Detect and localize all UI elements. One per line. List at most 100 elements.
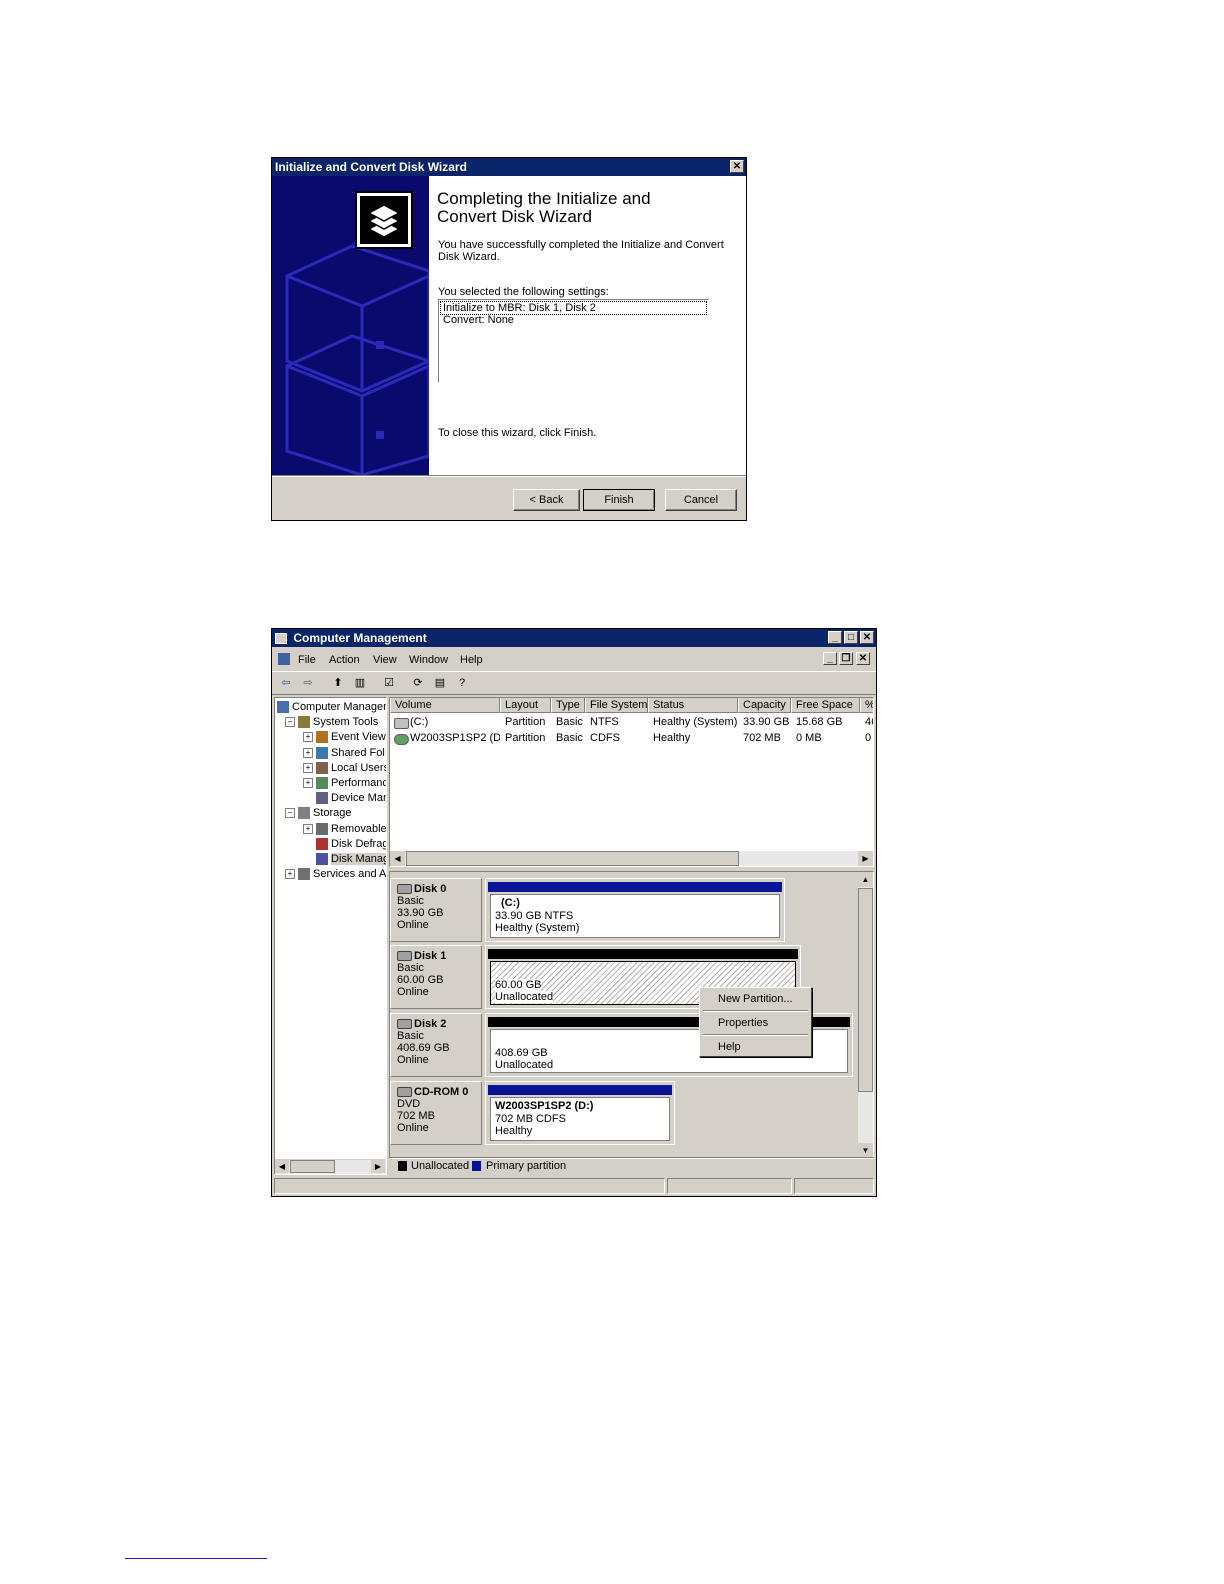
child-minimize-icon[interactable]: _	[823, 652, 837, 665]
expand-icon[interactable]: +	[303, 732, 313, 743]
up-folder-icon[interactable]: ⬆	[329, 675, 347, 691]
tree-item-label: Services and A	[313, 868, 387, 881]
minimize-icon[interactable]: _	[828, 631, 842, 644]
disk-label[interactable]: Disk 2 Basic 408.69 GB Online	[390, 1013, 482, 1077]
table-row[interactable]: (C:) Partition Basic NTFS Healthy (System) 33…	[390, 716, 873, 731]
scroll-thumb[interactable]	[290, 1160, 335, 1173]
scroll-right-icon[interactable]: ▶	[371, 1160, 385, 1173]
menu-new-partition[interactable]: New Partition...	[718, 993, 793, 1005]
tree-item[interactable]: Disk Manag	[303, 852, 386, 867]
column-header[interactable]: %	[860, 698, 873, 713]
list-hscrollbar[interactable]: ◀ ▶	[390, 851, 873, 866]
scroll-thumb[interactable]	[406, 851, 739, 866]
disk-state: Online	[397, 1054, 429, 1066]
menu-action[interactable]: Action	[329, 654, 360, 666]
forward-arrow-icon[interactable]: ⇨	[299, 675, 317, 691]
disk-label[interactable]: Disk 1 Basic 60.00 GB Online	[390, 945, 482, 1009]
back-button[interactable]: < Back	[513, 489, 580, 511]
tree-item[interactable]: − Storage	[285, 806, 352, 821]
tree-item-label: Storage	[313, 807, 352, 820]
disk-state: Online	[397, 919, 429, 931]
help-icon[interactable]: ?	[453, 675, 471, 691]
column-header[interactable]: Layout	[500, 698, 551, 713]
expand-icon[interactable]: +	[303, 823, 313, 834]
tree-item[interactable]: + Event Viewe	[303, 730, 386, 745]
close-icon[interactable]: ✕	[730, 160, 744, 173]
tree-item[interactable]: + Performanc	[303, 776, 386, 791]
cd-drive-icon	[394, 734, 409, 745]
wizard-banner	[272, 176, 429, 475]
scroll-down-icon[interactable]: ▼	[858, 1143, 873, 1158]
tree-item[interactable]: + Local Users	[303, 761, 386, 776]
expand-icon[interactable]: +	[285, 869, 295, 880]
expand-icon[interactable]: +	[303, 747, 313, 758]
menu-window[interactable]: Window	[409, 654, 448, 666]
tree-hscrollbar[interactable]: ◀ ▶	[275, 1159, 386, 1174]
back-arrow-icon[interactable]: ⇦	[277, 675, 295, 691]
column-header[interactable]: File System	[585, 698, 648, 713]
partition-color-bar	[488, 882, 782, 892]
tree-item[interactable]: − System Tools	[285, 715, 378, 730]
tree-item[interactable]: + Shared Fol	[303, 746, 385, 761]
tree-item[interactable]: Computer Managem	[277, 700, 386, 715]
show-hide-tree-icon[interactable]: ▥	[351, 675, 369, 691]
partition-color-bar	[488, 1085, 672, 1095]
disk-label[interactable]: CD-ROM 0 DVD 702 MB Online	[390, 1081, 482, 1145]
footnote-rule	[125, 1558, 267, 1559]
settings-item[interactable]: Initialize to MBR: Disk 1, Disk 2	[440, 301, 707, 315]
disk-vscrollbar[interactable]: ▲ ▼	[858, 872, 873, 1158]
menu-help-item[interactable]: Help	[718, 1041, 741, 1053]
refresh-icon[interactable]: ⟳	[409, 675, 427, 691]
tree-item[interactable]: + Removable	[303, 822, 386, 837]
snapin-icon	[298, 716, 310, 729]
menu-view[interactable]: View	[373, 654, 397, 666]
scroll-right-icon[interactable]: ▶	[858, 851, 873, 866]
expand-icon[interactable]: +	[303, 778, 313, 789]
tree-item[interactable]: Device Man	[303, 791, 386, 806]
close-instruction: To close this wizard, click Finish.	[438, 427, 597, 439]
menu-file[interactable]: File	[298, 654, 316, 666]
column-header[interactable]: Volume	[390, 698, 500, 713]
table-cell: 702 MB	[743, 732, 781, 744]
partition-block[interactable]: W2003SP1SP2 (D:) 702 MB CDFS Healthy	[490, 1097, 670, 1141]
tree-item[interactable]: Disk Defrag	[303, 837, 386, 852]
partition-block[interactable]: (C:) 33.90 GB NTFS Healthy (System)	[490, 894, 780, 938]
menu-properties[interactable]: Properties	[718, 1017, 768, 1029]
collapse-icon[interactable]: −	[285, 717, 295, 728]
maximize-icon[interactable]: □	[844, 631, 858, 644]
status-bar	[274, 1178, 876, 1194]
table-cell: Healthy (System)	[653, 716, 738, 728]
tree-item-label: Shared Fol	[331, 746, 385, 759]
child-close-icon[interactable]: ✕	[856, 652, 870, 665]
finish-button[interactable]: Finish	[583, 489, 655, 511]
menu-bar: File Action View Window Help _ ❐ ✕	[272, 649, 876, 669]
settings-list[interactable]: Initialize to MBR: Disk 1, Disk 2 Conver…	[438, 299, 709, 383]
child-restore-icon[interactable]: ❐	[839, 652, 853, 665]
column-header[interactable]: Type	[551, 698, 585, 713]
close-icon[interactable]: ✕	[860, 631, 874, 644]
settings-item[interactable]: Convert: None	[443, 314, 514, 326]
expand-icon[interactable]: +	[303, 762, 313, 773]
scroll-left-icon[interactable]: ◀	[275, 1160, 289, 1173]
wizard-heading-2: Convert Disk Wizard	[437, 207, 592, 226]
computer-management-window: Computer Management _ □ ✕ File Action Vi…	[271, 628, 877, 1197]
column-header[interactable]: Free Space	[791, 698, 860, 713]
table-cell: W2003SP1SP2 (D:)	[410, 732, 500, 744]
scroll-up-icon[interactable]: ▲	[858, 872, 873, 887]
properties-icon[interactable]: ☑	[380, 675, 398, 691]
disk-name: Disk 1	[414, 950, 447, 962]
table-row[interactable]: W2003SP1SP2 (D:) Partition Basic CDFS Health…	[390, 732, 873, 747]
scroll-thumb[interactable]	[858, 888, 873, 1092]
snapin-icon	[316, 853, 328, 866]
tree-item[interactable]: + Services and A	[285, 867, 386, 882]
disk-label[interactable]: Disk 0 Basic 33.90 GB Online	[390, 878, 482, 942]
column-header[interactable]: Status	[648, 698, 738, 713]
cancel-button[interactable]: Cancel	[665, 489, 737, 511]
collapse-icon[interactable]: −	[285, 808, 295, 819]
snapin-icon	[316, 837, 328, 850]
partition-title: W2003SP1SP2 (D:)	[495, 1100, 594, 1112]
menu-help[interactable]: Help	[460, 654, 483, 666]
column-header[interactable]: Capacity	[738, 698, 791, 713]
scroll-left-icon[interactable]: ◀	[390, 851, 405, 866]
export-list-icon[interactable]: ▤	[431, 675, 449, 691]
